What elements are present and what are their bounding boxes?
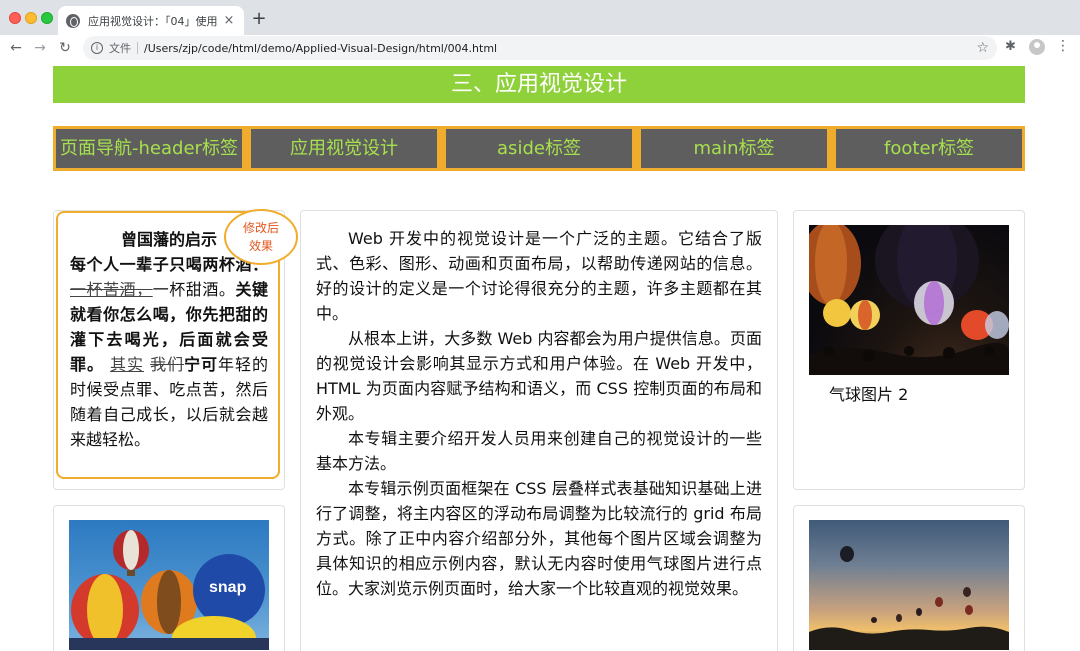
reload-button[interactable]: ↻ xyxy=(56,38,74,58)
address-separator xyxy=(137,42,138,54)
badge-line-2: 效果 xyxy=(248,239,273,253)
back-button[interactable]: ← xyxy=(7,38,25,58)
svg-text:snap: snap xyxy=(209,579,247,596)
address-bar[interactable]: i 文件 /Users/zjp/code/html/demo/Applied-V… xyxy=(83,36,997,60)
new-tab-button[interactable]: + xyxy=(250,9,268,29)
quote-bold-text: 宁可 xyxy=(184,355,219,374)
modified-effect-badge: 修改后 效果 xyxy=(224,209,298,265)
balloon-image-sunset xyxy=(809,520,1009,650)
bookmark-star-icon[interactable]: ☆ xyxy=(976,40,989,56)
browser-tab[interactable]: 应用视觉设计：「04」使用文本 × xyxy=(58,6,244,35)
nav-item-aside[interactable]: aside标签 xyxy=(446,129,632,168)
quote-inserted-text: 其实 xyxy=(110,355,145,374)
nav-item-header[interactable]: 页面导航-header标签 xyxy=(56,129,242,168)
globe-icon xyxy=(66,13,80,28)
nav-item-visual-design[interactable]: 应用视觉设计 xyxy=(251,129,437,168)
main-paragraph: Web 开发中的视觉设计是一个广泛的主题。它结合了版式、色彩、图形、动画和页面布… xyxy=(316,229,762,323)
balloon-image-day: snap xyxy=(69,520,269,650)
browser-toolbar: ← → ↻ i 文件 /Users/zjp/code/html/demo/App… xyxy=(0,35,1080,61)
page-title: 三、应用视觉设计 xyxy=(53,66,1025,103)
quote-body: 每个人一辈子只喝两杯酒：一杯苦酒，一杯甜酒。关键就看你怎么喝，你先把甜的灌下去喝… xyxy=(70,252,268,452)
main-content: Web 开发中的视觉设计是一个广泛的主题。它结合了版式、色彩、图形、动画和页面布… xyxy=(316,226,762,601)
balloon-image-night xyxy=(809,225,1009,375)
page-viewport: 三、应用视觉设计 页面导航-header标签 应用视觉设计 aside标签 ma… xyxy=(0,61,1080,651)
file-scheme-label: 文件 xyxy=(109,42,131,55)
badge-line-1: 修改后 xyxy=(242,221,279,235)
close-window-button[interactable] xyxy=(9,12,21,24)
profile-avatar[interactable] xyxy=(1029,39,1045,55)
quote-plain-text: 一杯甜酒。 xyxy=(152,280,236,299)
maximize-window-button[interactable] xyxy=(41,12,53,24)
info-icon[interactable]: i xyxy=(91,42,103,54)
url-text[interactable]: /Users/zjp/code/html/demo/Applied-Visual… xyxy=(144,42,970,55)
minimize-window-button[interactable] xyxy=(25,12,37,24)
extensions-icon[interactable]: ✱ xyxy=(1005,39,1016,54)
main-paragraph: 本专辑主要介绍开发人员用来创建自己的视觉设计的一些基本方法。 xyxy=(316,429,762,473)
site-nav: 页面导航-header标签 应用视觉设计 aside标签 main标签 foot… xyxy=(53,126,1025,171)
forward-button[interactable]: → xyxy=(31,38,49,58)
tab-title: 应用视觉设计：「04」使用文本 xyxy=(88,14,218,28)
main-paragraph: 从根本上讲，大多数 Web 内容都会为用户提供信息。页面的视觉设计会影响其显示方… xyxy=(316,329,762,423)
nav-item-footer[interactable]: footer标签 xyxy=(836,129,1022,168)
image-caption: 气球图片 2 xyxy=(829,385,909,404)
quote-deleted-text: 一杯苦酒， xyxy=(70,280,153,299)
browser-chrome: 应用视觉设计：「04」使用文本 × + ← → ↻ i 文件 /Users/zj… xyxy=(0,0,1080,61)
main-paragraph: 本专辑示例页面框架在 CSS 层叠样式表基础知识基础上进行了调整，将主内容区的浮… xyxy=(316,479,762,598)
close-tab-icon[interactable]: × xyxy=(222,13,236,28)
nav-item-main[interactable]: main标签 xyxy=(641,129,827,168)
quote-struck-text: 我们 xyxy=(150,355,185,374)
browser-menu-icon[interactable]: ⋮ xyxy=(1056,38,1070,54)
